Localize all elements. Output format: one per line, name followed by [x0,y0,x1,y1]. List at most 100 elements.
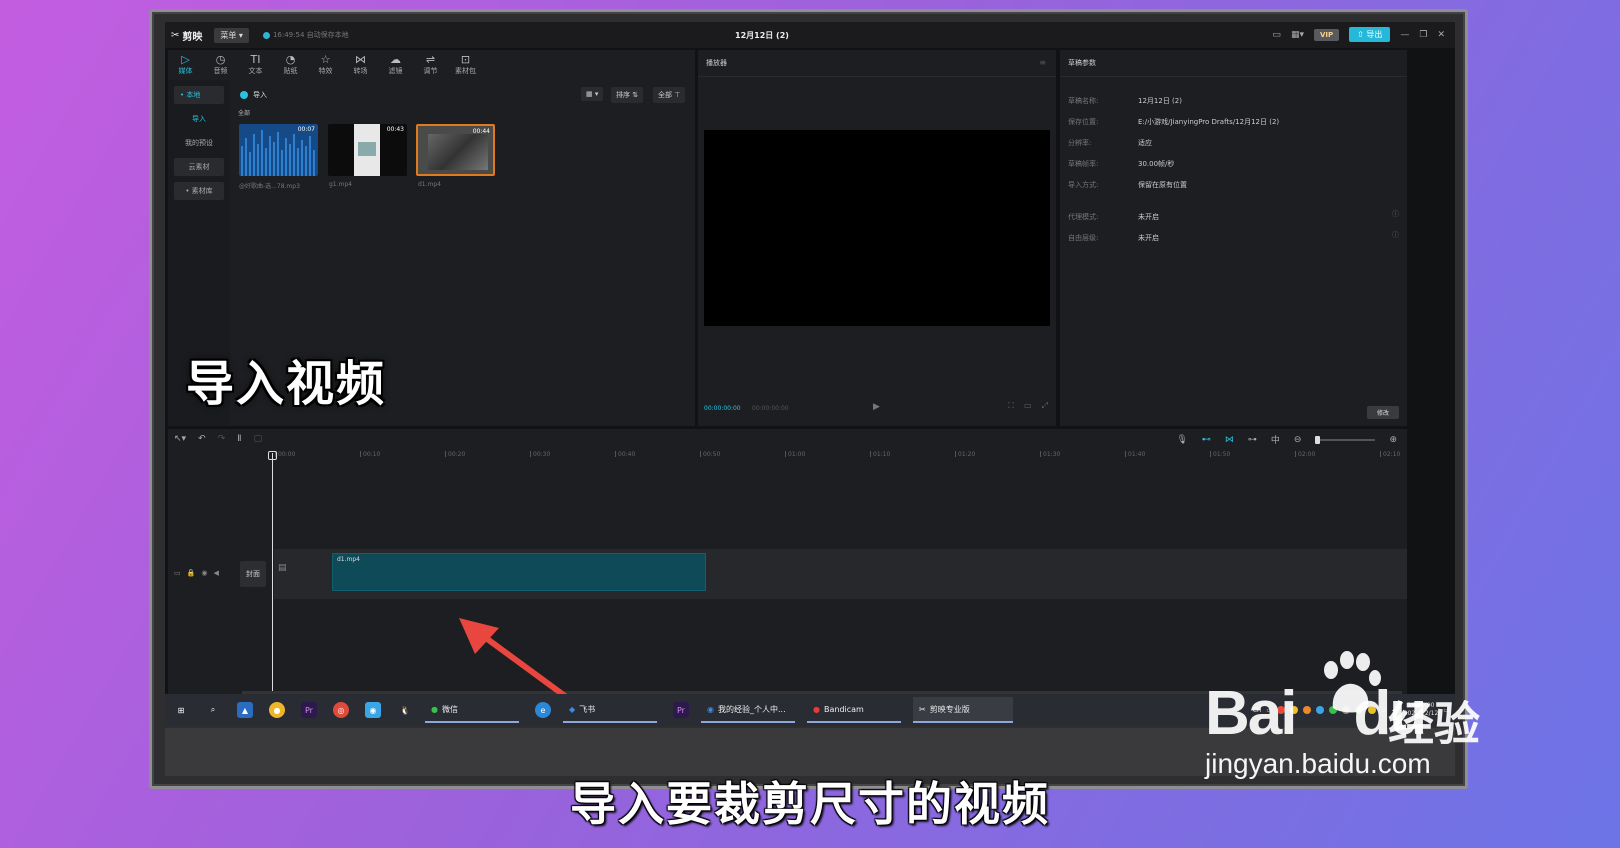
player-panel: 播放器 ≡ 00:00:00:00 00:00:00:00 ▶ ⛶ ▭ ⤢ [698,50,1056,426]
main-toolbar: ▷ 媒体 ◷ 音频 TI 文本 ◔ 贴纸 ☆ 特效 ⋈ 转场 ☁ 滤镜 ⇌ 调节 ⊡ 素材包 [168,50,695,80]
help-icon[interactable]: ⓘ [1392,230,1399,240]
video-preview[interactable] [704,130,1050,326]
taskbar-app-bandicam[interactable]: ● Bandicam [807,697,901,723]
sidebar-item-import[interactable]: 导入 [174,110,224,128]
play-icon[interactable]: ▶ [873,402,880,412]
all-label: 全部 [238,110,251,117]
crop-icon[interactable]: ⛶ [1008,401,1014,411]
prop-label: 保存位置: [1068,118,1099,126]
layout-icon[interactable]: ▦▾ [1291,30,1304,40]
ratio-icon[interactable]: ▭ [1024,401,1032,411]
prop-label: 分辨率: [1068,139,1092,147]
toolbar-tab-7[interactable]: ⇌ 调节 [413,50,448,80]
minimize-icon[interactable]: — [1400,30,1409,40]
modify-button[interactable]: 修改 [1366,406,1399,419]
toolbar-tab-8[interactable]: ⊡ 素材包 [448,50,483,80]
media-icon: ▷ [181,53,190,66]
toolbar-tab-1[interactable]: ◷ 音频 [203,50,238,80]
link-icon[interactable]: ⊷ [1202,435,1211,445]
app-icon[interactable]: ● [269,702,285,718]
duration: 00:43 [386,126,404,133]
edge-icon[interactable]: e [535,702,551,718]
search-icon[interactable]: ⌕ [205,702,221,718]
microphone-icon[interactable]: 🎙 [1176,435,1187,445]
sidebar-item-library[interactable]: • 素材库 [174,182,224,200]
cover-button[interactable]: 封面 [240,561,266,587]
premiere-icon[interactable]: Pr [673,702,689,718]
toolbar-tab-5[interactable]: ⋈ 转场 [343,50,378,80]
redo-icon[interactable]: ↷ [218,434,226,444]
qq-icon[interactable]: 🐧 [397,702,413,718]
premiere-icon[interactable]: Pr [301,702,317,718]
chrome-icon[interactable]: ◎ [333,702,349,718]
maximize-icon[interactable]: ❐ [1419,30,1427,40]
toolbar-tab-2[interactable]: TI 文本 [238,50,273,80]
taskbar-app-capcut[interactable]: ✂ 剪映专业版 [913,697,1013,723]
help-icon[interactable]: ⓘ [1392,209,1399,219]
sidebar-item-local[interactable]: • 本地 [174,86,224,104]
media-thumb-audio[interactable]: 00:07 [239,124,318,176]
browser-icon: ◉ [707,704,714,714]
delete-icon[interactable]: ▢ [254,434,263,444]
clip-name: d1.mp4 [337,556,361,563]
divider [698,76,1056,77]
taskbar-app-feishu[interactable]: ◆ 飞书 [563,697,657,723]
photos-icon[interactable]: ▲ [237,702,253,718]
time-ruler[interactable]: 00:00 00:10 00:20 00:30 00:40 00:50 01:00 01:10… [274,449,1407,463]
video-subtitle: 导入要裁剪尺寸的视频 [570,777,1050,831]
jingyan-text: 经验 [1388,697,1480,751]
timeline-clip[interactable]: d1.mp4 [332,553,706,591]
browser-icon[interactable]: ◉ [365,702,381,718]
center-icon[interactable]: 中 [1271,433,1280,446]
zoom-slider[interactable] [1315,435,1376,444]
fullscreen-icon[interactable]: ⤢ [1042,401,1048,411]
saved-check-icon [262,31,270,39]
player-menu-icon[interactable]: ≡ [1039,58,1046,67]
split-icon[interactable]: Ⅱ [237,434,241,444]
windows-start-icon[interactable]: ⊞ [173,702,189,718]
app-logo: ✂ 剪映 [171,29,203,43]
video-frame [428,134,488,170]
toolbar-tab-3[interactable]: ◔ 贴纸 [273,50,308,80]
zoom-out-icon[interactable]: ⊖ [1294,435,1302,445]
video-frame [354,124,380,176]
taskbar-app-jingyan[interactable]: ◉ 我的经验_个人中... [701,697,795,723]
view-toggle[interactable]: ▦ ▾ [581,87,604,101]
toolbar-label: 滤镜 [388,67,403,75]
player-title: 播放器 [706,59,727,67]
menu-button[interactable]: 菜单 ▾ [214,27,249,43]
prop-label: 草稿名称: [1068,97,1099,105]
magnet-icon[interactable]: ⋈ [1225,435,1234,445]
playhead[interactable] [272,453,273,694]
undo-icon[interactable]: ↶ [198,434,206,444]
text-icon: TI [250,53,261,66]
media-thumb-video-selected[interactable]: 00:44 [416,124,495,176]
close-icon[interactable]: ✕ [1437,30,1445,40]
sidebar-item-cloud[interactable]: 云素材 [174,158,224,176]
eye-icon[interactable]: ◉ [201,569,207,577]
filter-button[interactable]: 全部 ⊤ [653,87,686,103]
chain-icon[interactable]: ⊶ [1248,435,1257,445]
ruler-tick: 01:50 [1209,451,1231,458]
mute-icon[interactable]: ◀ [213,569,218,577]
toolbar-tab-6[interactable]: ☁ 滤镜 [378,50,413,80]
import-button[interactable]: 导入 [240,90,267,100]
select-tool-icon[interactable]: ↖▾ [174,434,186,444]
media-name: @好歌曲-选...78.mp3 [239,183,300,190]
ruler-tick: 01:40 [1124,451,1146,458]
media-thumb-video[interactable]: 00:43 [328,124,407,176]
taskbar-app-wechat[interactable]: ● 微信 [425,697,519,723]
audio-icon: ◷ [215,53,226,66]
export-button[interactable]: ⇧ 导出 [1349,27,1391,42]
sort-button[interactable]: 排序 ⇅ [611,87,644,103]
sidebar-item-presets[interactable]: 我的预设 [174,134,224,152]
title-bar: ✂ 剪映 菜单 ▾ 16:49:54 自动保存本地 12月12日 (2) ▭ ▦… [165,22,1455,48]
lock-icon[interactable]: 🔒 [187,569,196,577]
track-toggle-icon[interactable]: ▭ [174,569,181,577]
shortcut-icon[interactable]: ▭ [1272,30,1281,40]
vip-badge[interactable]: VIP [1313,28,1340,41]
toolbar-tab-0[interactable]: ▷ 媒体 [168,50,203,80]
toolbar-tab-4[interactable]: ☆ 特效 [308,50,343,80]
zoom-in-icon[interactable]: ⊕ [1389,435,1397,445]
ruler-tick: 00:20 [444,451,466,458]
